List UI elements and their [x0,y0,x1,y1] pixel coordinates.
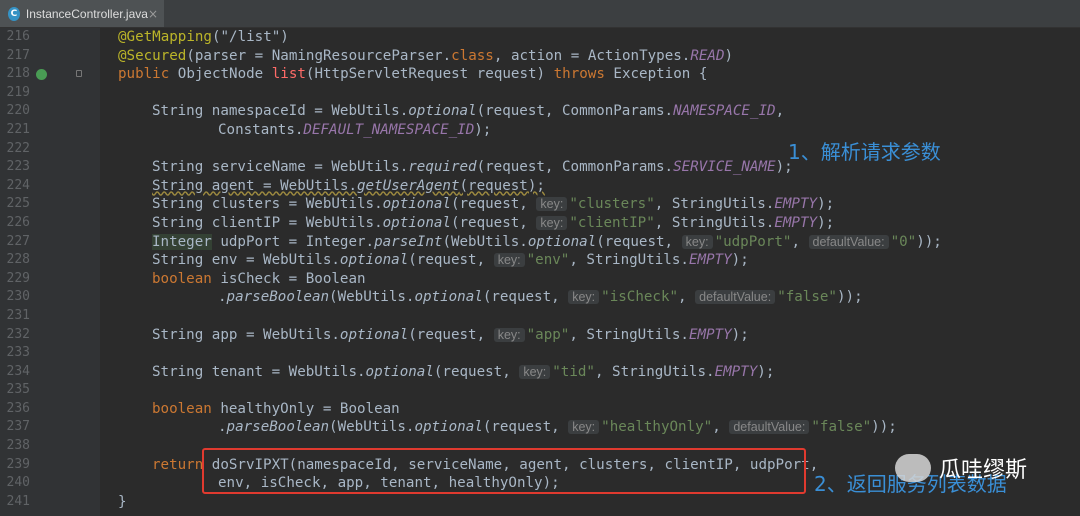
param-hint: key: [493,327,525,342]
code-line[interactable]: 227 Integer udpPort = Integer.parseInt(We… [0,233,1080,252]
param-hint: key: [493,253,525,268]
line-number: 239 [6,456,30,472]
code-line[interactable]: 220 String namespaceId = WebUtils.optiona… [0,102,1080,121]
param-hint: defaultValue: [695,290,776,305]
line-number: 220 [6,103,30,119]
line-number: 227 [6,233,30,249]
java-class-icon: C [8,6,20,21]
code-line[interactable]: 228 String env = WebUtils.optional(reques… [0,251,1080,270]
line-number: 222 [6,140,30,156]
line-number: 226 [6,214,30,230]
run-gutter-icon[interactable] [36,69,47,81]
line-number: 225 [6,196,30,212]
code-lines: 216 @GetMapping("/list") 217 @Secured(pars… [0,28,1080,511]
code-line[interactable]: 236 boolean healthyOnly = Boolean [0,400,1080,419]
editor-tab-bar: C InstanceController.java × [0,0,1080,28]
code-line[interactable]: 229 boolean isCheck = Boolean [0,270,1080,289]
code-line[interactable]: 217 @Secured(parser = NamingResourceParse… [0,47,1080,66]
line-number: 235 [6,382,30,398]
code-line[interactable]: 231 [0,307,1080,326]
watermark-text: 瓜哇缪斯 [939,458,1028,483]
line-number: 218 [6,66,30,82]
code-line[interactable]: 237 .parseBoolean(WebUtils.optional(reque… [0,418,1080,437]
code-line[interactable]: 230 .parseBoolean(WebUtils.optional(reque… [0,288,1080,307]
line-number: 234 [6,363,30,379]
code-line[interactable]: 219 [0,84,1080,103]
param-hint: key: [519,364,551,379]
code-line[interactable]: 226 String clientIP = WebUtils.optional(r… [0,214,1080,233]
code-editor-window: C InstanceController.java × 216 @GetMappi… [0,0,1080,516]
line-number: 241 [6,493,30,509]
line-number: 217 [6,47,30,63]
line-number: 228 [6,252,30,268]
line-number: 232 [6,326,30,342]
param-hint: key: [681,234,713,249]
annotation-parse-params: 1、解析请求参数 [788,140,941,164]
line-number: 231 [6,307,30,323]
highlight-box [202,448,806,494]
code-line[interactable]: 216 @GetMapping("/list") [0,28,1080,47]
code-line[interactable]: 218 public ObjectNode list(HttpServletReq… [0,65,1080,84]
line-number: 219 [6,84,30,100]
line-number: 240 [6,475,30,491]
close-icon[interactable]: × [148,7,158,21]
line-number: 233 [6,345,30,361]
param-hint: key: [568,290,600,305]
param-hint: key: [536,215,568,230]
fold-icon[interactable] [76,70,82,78]
param-hint: defaultValue: [808,234,889,249]
tab-instancecontroller[interactable]: C InstanceController.java × [0,0,164,27]
tab-label: InstanceController.java [25,6,148,21]
line-number: 216 [6,29,30,44]
code-line[interactable]: 234 String tenant = WebUtils.optional(req… [0,363,1080,382]
line-number: 230 [6,289,30,305]
code-line[interactable]: 235 [0,381,1080,400]
param-hint: key: [568,420,600,435]
line-number: 223 [6,159,30,175]
line-number: 229 [6,270,30,286]
code-line[interactable]: 232 String app = WebUtils.optional(reques… [0,326,1080,345]
code-line[interactable]: 224 String agent = WebUtils.getUserAgent(… [0,177,1080,196]
param-hint: defaultValue: [729,420,810,435]
param-hint: key: [536,197,568,212]
line-number: 221 [6,121,30,137]
watermark: 瓜哇缪斯 [895,452,1027,484]
code-line[interactable]: 233 [0,344,1080,363]
wechat-icon [895,454,931,482]
line-number: 236 [6,400,30,416]
code-line[interactable]: 225 String clusters = WebUtils.optional(r… [0,195,1080,214]
line-number: 237 [6,419,30,435]
line-number: 224 [6,177,30,193]
line-number: 238 [6,438,30,454]
